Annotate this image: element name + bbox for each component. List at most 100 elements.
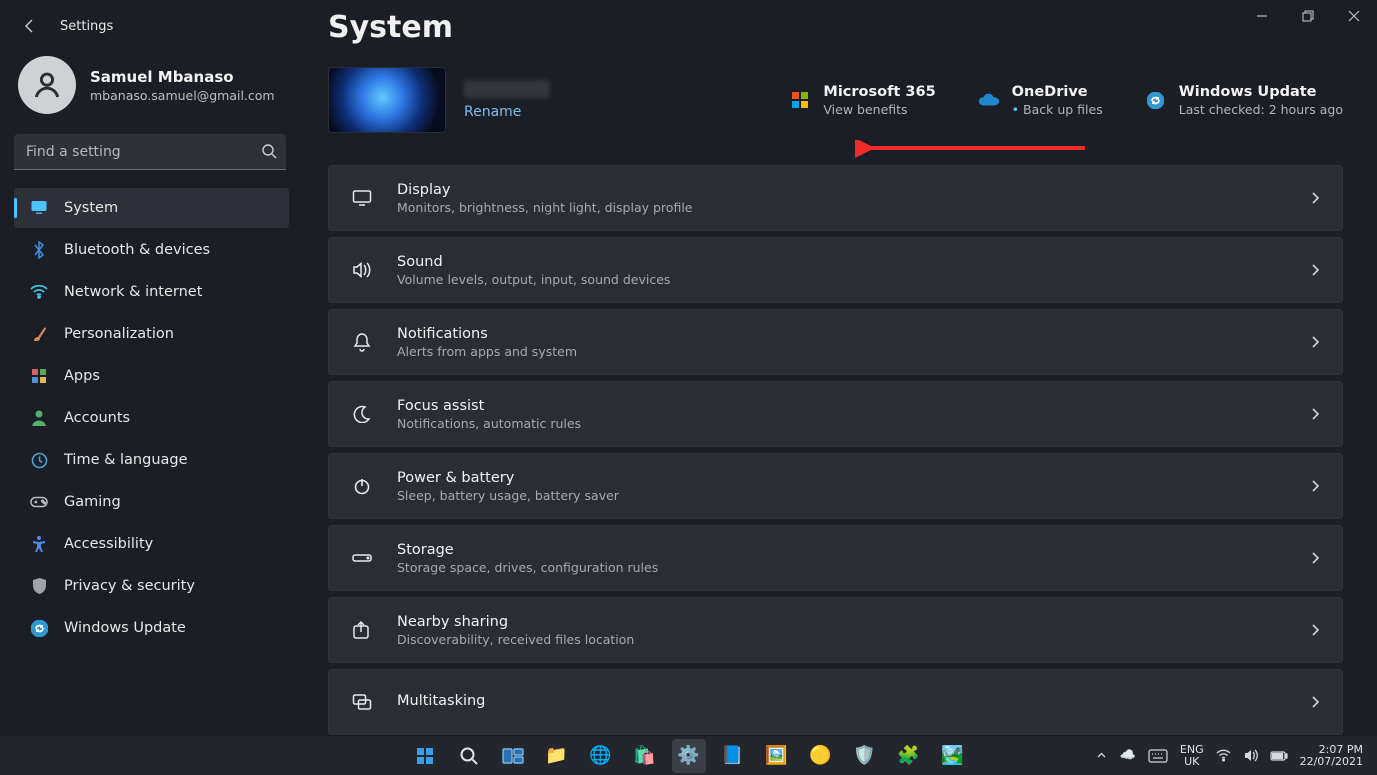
card-notifications[interactable]: Notifications Alerts from apps and syste…: [328, 309, 1343, 375]
word-icon: 📘: [721, 745, 743, 766]
search-icon: [261, 143, 277, 159]
sidebar-item-system[interactable]: System: [14, 188, 289, 228]
user-tile[interactable]: Samuel Mbanaso mbanaso.samuel@gmail.com: [14, 50, 289, 128]
card-subtitle: Storage space, drives, configuration rul…: [397, 560, 658, 575]
sidebar-item-windows-update[interactable]: Windows Update: [14, 608, 289, 648]
card-title: Focus assist: [397, 398, 581, 414]
search-input[interactable]: [14, 134, 286, 170]
status-title: Microsoft 365: [823, 84, 935, 100]
sidebar-item-gaming[interactable]: Gaming: [14, 482, 289, 522]
taskbar-taskview-button[interactable]: [496, 739, 530, 773]
sidebar-item-time-language[interactable]: Time & language: [14, 440, 289, 480]
update-icon: [1145, 89, 1167, 111]
tray-keyboard-icon[interactable]: [1148, 749, 1168, 763]
card-subtitle: Volume levels, output, input, sound devi…: [397, 272, 670, 287]
gamepad-icon: [30, 493, 48, 511]
sidebar-item-label: Apps: [64, 368, 100, 384]
card-nearby-sharing[interactable]: Nearby sharing Discoverability, received…: [328, 597, 1343, 663]
sidebar-item-label: Network & internet: [64, 284, 202, 300]
share-icon: [351, 619, 373, 641]
chevron-right-icon: [1310, 479, 1320, 493]
edge-icon: 🌐: [589, 745, 611, 766]
sidebar-item-label: Windows Update: [64, 620, 186, 636]
back-button[interactable]: [18, 14, 42, 38]
photos-icon: 🏞️: [941, 745, 963, 766]
taskbar-explorer-button[interactable]: 📁: [540, 739, 574, 773]
card-storage[interactable]: Storage Storage space, drives, configura…: [328, 525, 1343, 591]
sidebar-item-bluetooth-devices[interactable]: Bluetooth & devices: [14, 230, 289, 270]
card-multitasking[interactable]: Multitasking: [328, 669, 1343, 735]
sidebar-item-privacy-security[interactable]: Privacy & security: [14, 566, 289, 606]
card-title: Multitasking: [397, 693, 485, 709]
tray-battery-icon[interactable]: [1270, 750, 1288, 762]
sidebar-item-label: System: [64, 200, 118, 216]
taskbar-chrome-button[interactable]: 🟡: [804, 739, 838, 773]
tray-volume-icon[interactable]: [1243, 748, 1258, 763]
taskbar-start-button[interactable]: [408, 739, 442, 773]
update-icon: [30, 619, 48, 637]
card-display[interactable]: Display Monitors, brightness, night ligh…: [328, 165, 1343, 231]
status-m365[interactable]: Microsoft 365 View benefits: [789, 84, 935, 117]
user-name: Samuel Mbanaso: [90, 68, 275, 86]
photoview-icon: 🖼️: [765, 745, 787, 766]
chevron-right-icon: [1310, 407, 1320, 421]
wifi-icon: [30, 283, 48, 301]
status-subtitle: View benefits: [823, 102, 935, 117]
app-title: Settings: [60, 19, 113, 34]
card-power-battery[interactable]: Power & battery Sleep, battery usage, ba…: [328, 453, 1343, 519]
card-sound[interactable]: Sound Volume levels, output, input, soun…: [328, 237, 1343, 303]
apps-icon: [30, 367, 48, 385]
taskbar-photoview-button[interactable]: 🖼️: [760, 739, 794, 773]
search-box[interactable]: [14, 134, 289, 170]
store-icon: 🛍️: [633, 745, 655, 766]
status-update[interactable]: Windows Update Last checked: 2 hours ago: [1145, 84, 1343, 117]
monitor-icon: [30, 199, 48, 217]
card-subtitle: Sleep, battery usage, battery saver: [397, 488, 619, 503]
taskbar-settings-button[interactable]: ⚙️: [672, 739, 706, 773]
card-focus-assist[interactable]: Focus assist Notifications, automatic ru…: [328, 381, 1343, 447]
sound-icon: [351, 259, 373, 281]
sidebar-item-label: Accessibility: [64, 536, 153, 552]
language-indicator[interactable]: ENGUK: [1180, 744, 1204, 768]
annotation-arrow: [855, 140, 1095, 170]
clock[interactable]: 2:07 PM22/07/2021: [1300, 744, 1363, 768]
taskbar-store-button[interactable]: 🛍️: [628, 739, 662, 773]
chevron-right-icon: [1310, 263, 1320, 277]
sidebar-item-network-internet[interactable]: Network & internet: [14, 272, 289, 312]
sidebar-item-accessibility[interactable]: Accessibility: [14, 524, 289, 564]
taskbar-photos-button[interactable]: 🏞️: [936, 739, 970, 773]
device-name-blurred: [464, 80, 550, 98]
bell-icon: [351, 331, 373, 353]
access-icon: [30, 535, 48, 553]
tray-wifi-icon[interactable]: [1216, 748, 1231, 763]
taskbar-help-button[interactable]: 🧩: [892, 739, 926, 773]
status-subtitle: Back up files: [1012, 102, 1103, 117]
taskbar-edge-button[interactable]: 🌐: [584, 739, 618, 773]
display-icon: [351, 187, 373, 209]
wallpaper-thumb[interactable]: [328, 67, 446, 133]
rename-link[interactable]: Rename: [464, 104, 521, 120]
clock-icon: [30, 451, 48, 469]
card-title: Display: [397, 182, 692, 198]
sidebar-item-apps[interactable]: Apps: [14, 356, 289, 396]
card-subtitle: Monitors, brightness, night light, displ…: [397, 200, 692, 215]
card-title: Nearby sharing: [397, 614, 634, 630]
main-pane: System Rename Microsoft 365 View benefit…: [328, 10, 1343, 735]
device-row: Rename Microsoft 365 View benefits OneDr…: [328, 67, 1343, 133]
tray-overflow-icon[interactable]: [1095, 749, 1108, 762]
chevron-right-icon: [1310, 551, 1320, 565]
tray-onedrive-icon[interactable]: ☁️: [1120, 748, 1136, 763]
moon-icon: [351, 403, 373, 425]
taskbar-search-button[interactable]: [452, 739, 486, 773]
brush-icon: [30, 325, 48, 343]
status-onedrive[interactable]: OneDrive Back up files: [978, 84, 1103, 117]
sidebar-item-accounts[interactable]: Accounts: [14, 398, 289, 438]
card-title: Power & battery: [397, 470, 619, 486]
card-title: Notifications: [397, 326, 577, 342]
taskbar-word-button[interactable]: 📘: [716, 739, 750, 773]
chevron-right-icon: [1310, 623, 1320, 637]
taskbar-security-button[interactable]: 🛡️: [848, 739, 882, 773]
sidebar-item-personalization[interactable]: Personalization: [14, 314, 289, 354]
sidebar-item-label: Privacy & security: [64, 578, 195, 594]
security-icon: 🛡️: [853, 745, 875, 766]
